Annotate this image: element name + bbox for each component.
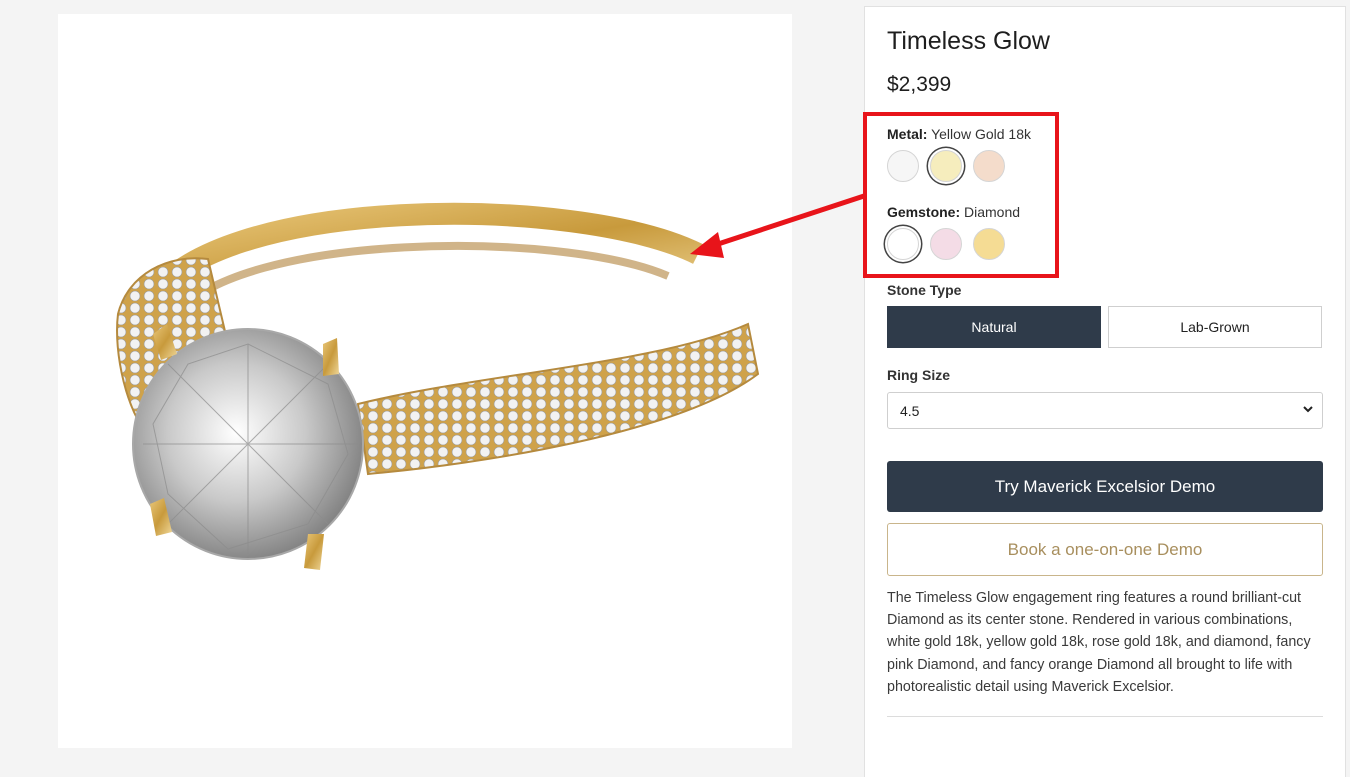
- book-demo-button[interactable]: Book a one-on-one Demo: [887, 523, 1323, 576]
- ring-image: [116, 202, 760, 570]
- product-details-panel: Timeless Glow $2,399 Metal: Yellow Gold …: [863, 6, 1346, 777]
- swatch-diamond[interactable]: [887, 228, 919, 260]
- metal-selected-value: Yellow Gold 18k: [931, 126, 1031, 142]
- swatch-yellow-gold[interactable]: [930, 150, 962, 182]
- metal-label: Metal: Yellow Gold 18k: [887, 126, 1031, 142]
- product-image: [58, 14, 792, 748]
- metal-label-key: Metal:: [887, 126, 928, 142]
- gemstone-label-key: Gemstone:: [887, 204, 961, 220]
- gemstone-label: Gemstone: Diamond: [887, 204, 1020, 220]
- ring-size-value: 4.5: [900, 402, 920, 419]
- product-description: The Timeless Glow engagement ring featur…: [887, 590, 1311, 695]
- swatch-pink-diamond[interactable]: [930, 228, 962, 260]
- swatch-rose-gold[interactable]: [973, 150, 1005, 182]
- swatch-white-gold[interactable]: [887, 150, 919, 182]
- stone-type-natural-button[interactable]: Natural: [887, 306, 1101, 348]
- divider: [887, 716, 1323, 717]
- product-price: $2,399: [887, 73, 952, 96]
- stone-type-lab-grown-button[interactable]: Lab-Grown: [1108, 306, 1322, 348]
- swatch-orange-diamond[interactable]: [973, 228, 1005, 260]
- stone-type-label: Stone Type: [887, 282, 962, 298]
- try-demo-button[interactable]: Try Maverick Excelsior Demo: [887, 461, 1323, 512]
- ring-size-label: Ring Size: [887, 367, 951, 383]
- gemstone-selected-value: Diamond: [964, 204, 1021, 220]
- product-title: Timeless Glow: [887, 27, 1050, 55]
- ring-size-select[interactable]: 4.5: [887, 392, 1323, 429]
- chevron-down-icon: [1303, 406, 1313, 413]
